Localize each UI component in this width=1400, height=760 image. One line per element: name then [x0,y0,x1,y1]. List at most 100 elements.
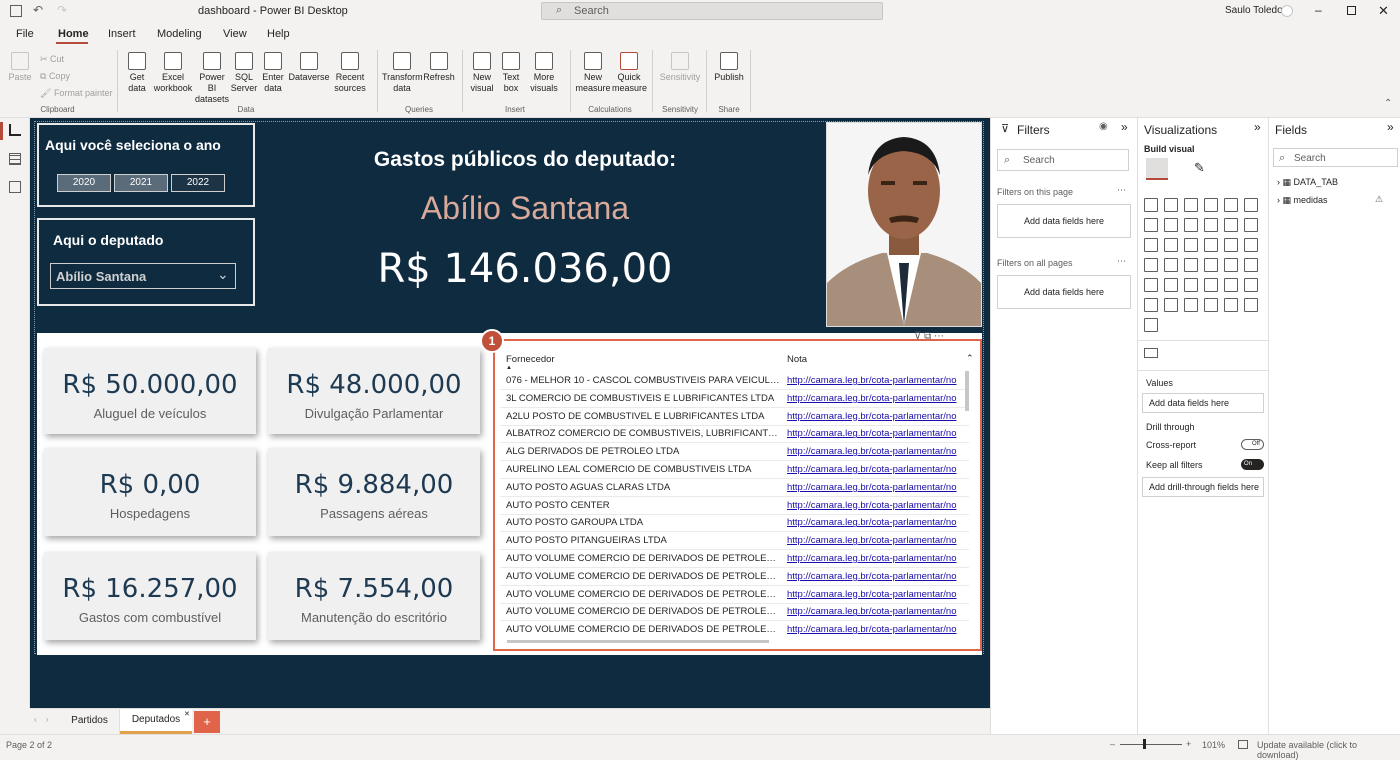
more-visuals-button[interactable]: More visuals [525,52,563,94]
tab-deputados[interactable]: Deputados [120,709,192,734]
copy-button[interactable]: ⧉ Copy [40,71,70,82]
dataverse-button[interactable]: Dataverse [288,52,330,83]
collapse-fields-icon[interactable]: » [1387,120,1394,134]
visual-type-icon[interactable] [1144,298,1158,312]
fit-page-icon[interactable] [1238,740,1248,749]
collapse-ribbon-icon[interactable]: ⌃ [1384,98,1392,109]
table-row[interactable]: AURELINO LEAL COMERCIO DE COMBUSTIVEIS L… [500,461,969,479]
visual-type-icon[interactable] [1164,258,1178,272]
card-passagens[interactable]: R$ 9.884,00 Passagens aéreas [268,448,480,536]
nota-link[interactable]: http://camara.leg.br/cota-parlamentar/no [787,603,969,620]
menu-help[interactable]: Help [267,28,290,40]
visual-type-icon[interactable] [1144,218,1158,232]
year-button-2021[interactable]: 2021 [114,174,168,192]
menu-view[interactable]: View [223,28,247,40]
cross-report-toggle[interactable]: Off [1241,439,1264,450]
nota-link[interactable]: http://camara.leg.br/cota-parlamentar/no [787,372,969,389]
report-view-icon[interactable] [9,124,21,136]
vertical-scrollbar[interactable] [965,371,969,411]
visual-type-icon[interactable] [1184,298,1198,312]
column-nota[interactable]: Nota [787,354,807,365]
publish-button[interactable]: Publish [712,52,746,83]
card-hospedagens[interactable]: R$ 0,00 Hospedagens [44,448,256,536]
sql-server-button[interactable]: SQL Server [230,52,258,94]
format-painter-button[interactable]: 🖌 Format painter [40,88,112,99]
fields-search-input[interactable]: ⌕ Search [1273,148,1398,167]
visual-type-icon[interactable] [1224,238,1238,252]
close-tab-icon[interactable]: ✕ [184,710,190,718]
nota-link[interactable]: http://camara.leg.br/cota-parlamentar/no [787,550,969,567]
collapse-filters-icon[interactable]: » [1121,120,1128,134]
visual-type-icon[interactable] [1184,258,1198,272]
excel-workbook-button[interactable]: Excel workbook [152,52,194,94]
undo-icon[interactable]: ↶ [33,3,43,17]
visual-type-icon[interactable] [1204,218,1218,232]
transform-data-button[interactable]: Transform data [382,52,423,94]
more-icon[interactable]: ⋯ [1117,256,1126,267]
visual-type-icon[interactable] [1184,218,1198,232]
visual-type-icon[interactable] [1184,198,1198,212]
model-view-icon[interactable] [9,181,21,193]
paste-button[interactable]: Paste [6,52,34,83]
table-row[interactable]: AUTO VOLUME COMERCIO DE DERIVADOS DE PET… [500,568,969,586]
visual-type-icon[interactable] [1244,278,1258,292]
year-button-2022[interactable]: 2022 [171,174,225,192]
filters-all-dropzone[interactable]: Add data fields here [997,275,1131,309]
card-manutencao[interactable]: R$ 7.554,00 Manutenção do escritório [268,552,480,640]
table-row[interactable]: AUTO VOLUME COMERCIO DE DERIVADOS DE PET… [500,621,969,637]
filters-page-dropzone[interactable]: Add data fields here [997,204,1131,238]
visual-type-icon[interactable] [1164,238,1178,252]
avatar[interactable] [1281,5,1293,17]
card-combustivel[interactable]: R$ 16.257,00 Gastos com combustível [44,552,256,640]
visual-type-icon[interactable] [1204,198,1218,212]
redo-icon[interactable]: ↷ [57,3,67,17]
table-row[interactable]: AUTO POSTO GAROUPA LTDA http://camara.leg… [500,514,969,533]
table-row[interactable]: A2LU POSTO DE COMBUSTIVEL E LUBRIFICANTE… [500,408,969,426]
card-divulgacao[interactable]: R$ 48.000,00 Divulgação Parlamentar [268,348,480,434]
nota-link[interactable]: http://camara.leg.br/cota-parlamentar/no [787,568,969,585]
values-dropzone[interactable]: Add data fields here [1142,393,1264,413]
field-table-data-tab[interactable]: › ▦ DATA_TAB [1277,177,1338,188]
next-page-icon[interactable]: › [46,715,49,724]
nota-link[interactable]: http://camara.leg.br/cota-parlamentar/no [787,532,969,549]
get-data-button[interactable]: Get data [122,52,152,94]
cut-button[interactable]: ✂ Cut [40,54,64,65]
table-row[interactable]: AUTO POSTO AGUAS CLARAS LTDA http://camar… [500,479,969,497]
update-notice[interactable]: Update available (click to download) [1257,740,1400,760]
nota-link[interactable]: http://camara.leg.br/cota-parlamentar/no [787,461,969,478]
visual-type-icon[interactable] [1144,258,1158,272]
visual-type-icon[interactable] [1244,298,1258,312]
field-table-medidas[interactable]: › ▦ medidas [1277,195,1328,206]
table-row[interactable]: AUTO VOLUME COMERCIO DE DERIVADOS DE PET… [500,550,969,568]
nota-link[interactable]: http://camara.leg.br/cota-parlamentar/no [787,497,969,514]
more-icon[interactable]: ⋯ [1117,185,1126,196]
nota-link[interactable]: http://camara.leg.br/cota-parlamentar/no [787,425,969,442]
menu-file[interactable]: File [16,28,34,40]
visual-type-icon[interactable] [1204,298,1218,312]
visual-type-icon[interactable] [1224,278,1238,292]
table-row[interactable]: ALBATROZ COMERCIO DE COMBUSTIVEIS, LUBRI… [500,425,969,444]
add-page-button[interactable]: + [194,711,220,733]
table-row[interactable]: AUTO POSTO CENTER http://camara.leg.br/co… [500,497,969,515]
visual-type-icon[interactable] [1164,218,1178,232]
search-input[interactable]: ⌕ Search [541,2,883,20]
table-row[interactable]: AUTO VOLUME COMERCIO DE DERIVADOS DE PET… [500,586,969,604]
visual-type-icon[interactable] [1204,278,1218,292]
year-button-2020[interactable]: 2020 [57,174,111,192]
card-aluguel[interactable]: R$ 50.000,00 Aluguel de veículos [44,348,256,434]
recent-sources-button[interactable]: Recent sources [330,52,370,94]
keep-filters-toggle[interactable]: On [1241,459,1264,470]
visual-type-icon[interactable] [1224,298,1238,312]
eye-icon[interactable]: ◉ [1099,121,1108,132]
nota-link[interactable]: http://camara.leg.br/cota-parlamentar/no [787,586,969,603]
quick-measure-button[interactable]: Quick measure [612,52,647,94]
filters-search-input[interactable]: ⌕ Search [997,149,1129,171]
menu-insert[interactable]: Insert [108,28,136,40]
visual-type-icon[interactable] [1224,198,1238,212]
menu-home[interactable]: Home [58,28,89,40]
build-visual-tab[interactable] [1146,158,1168,180]
table-row[interactable]: ALG DERIVADOS DE PETROLEO LTDA http://cam… [500,443,969,462]
visual-type-icon[interactable] [1164,278,1178,292]
visual-type-icon[interactable] [1244,258,1258,272]
supplier-table[interactable]: Fornecedor Nota ▲ ⌃ 076 - MELHOR 10 - CA… [493,339,982,651]
